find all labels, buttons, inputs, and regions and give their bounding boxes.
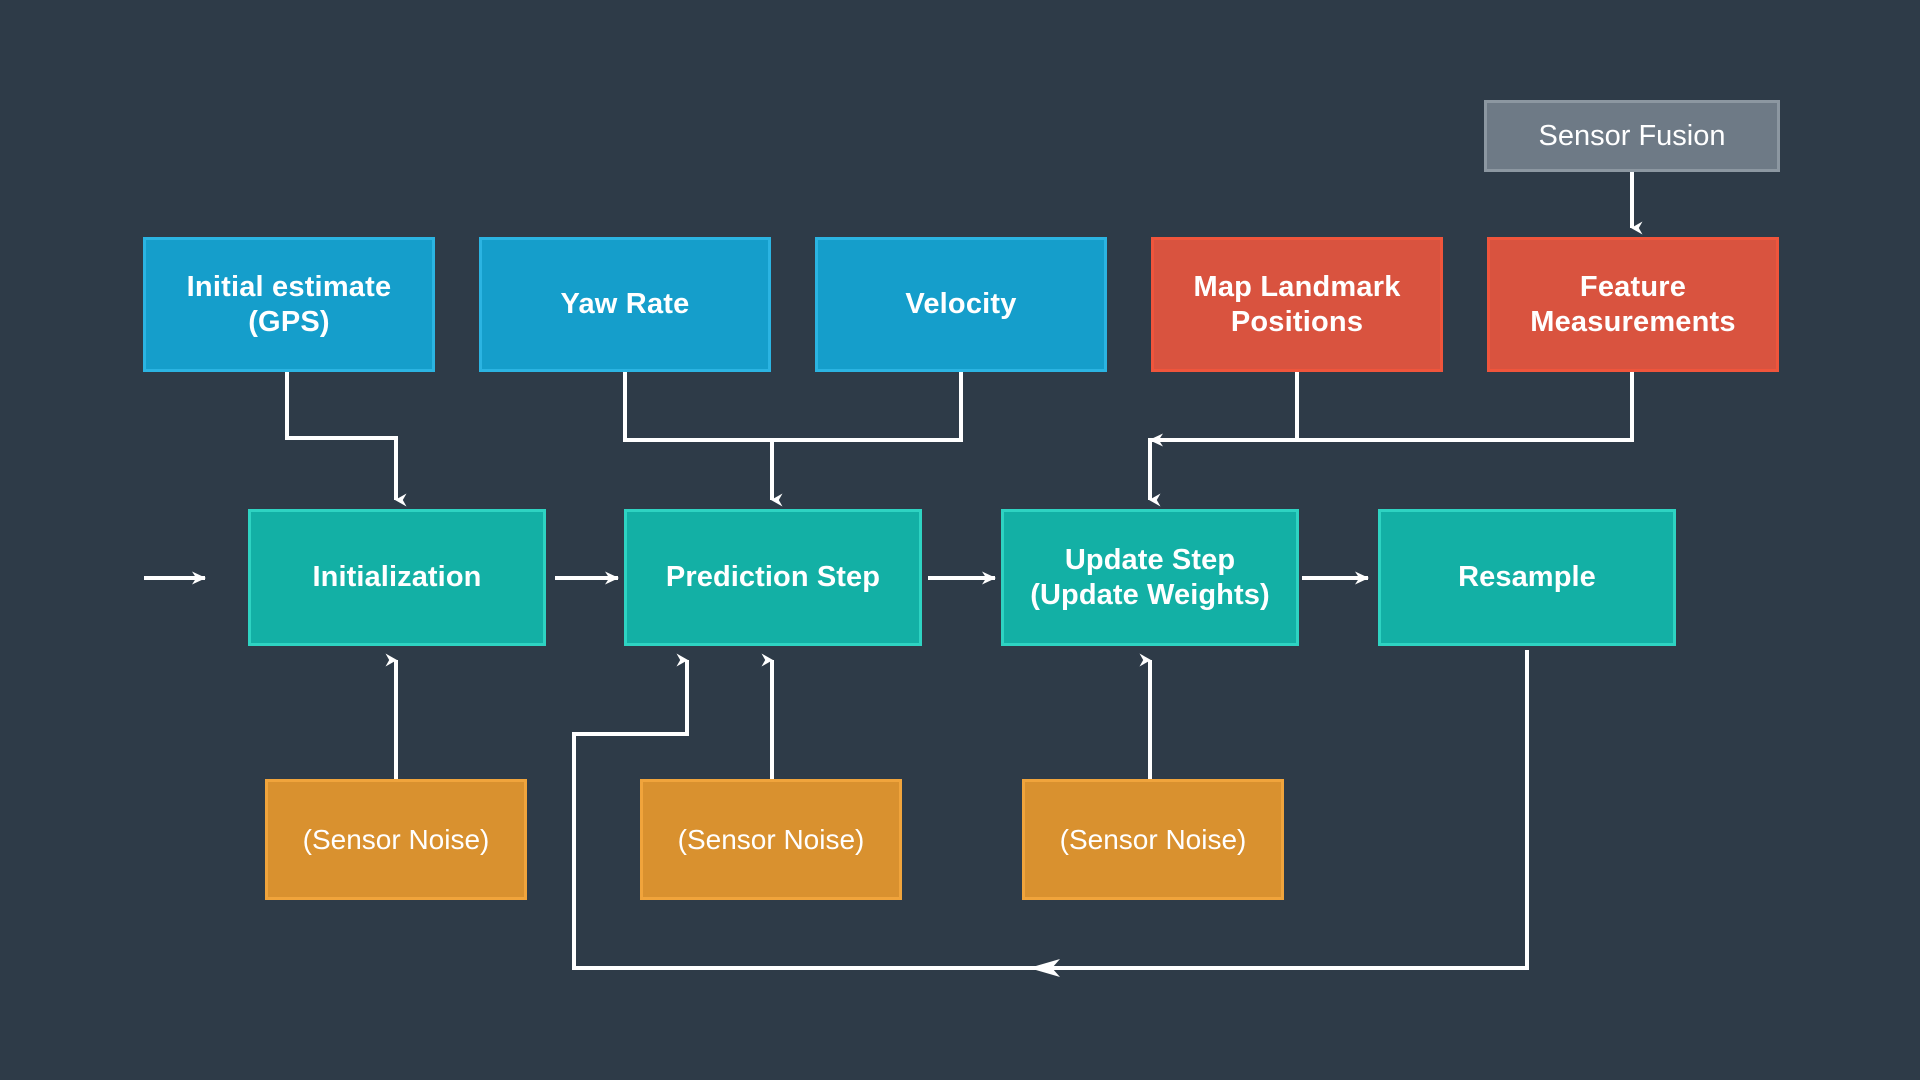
input-box-feature-measurements[interactable]: Feature Measurements bbox=[1487, 237, 1779, 372]
edge-velocity-to-prediction bbox=[772, 372, 963, 442]
edge-feature-to-update bbox=[1149, 372, 1634, 447]
noise-box-prediction[interactable]: (Sensor Noise) bbox=[640, 779, 902, 900]
edge-gps-to-initialization bbox=[285, 372, 407, 507]
edge-resample-feedback-midarrow bbox=[1029, 959, 1060, 977]
noise-box-initialization[interactable]: (Sensor Noise) bbox=[265, 779, 527, 900]
input-box-velocity[interactable]: Velocity bbox=[815, 237, 1107, 372]
step-box-initialization[interactable]: Initialization bbox=[248, 509, 546, 646]
input-box-yaw-rate[interactable]: Yaw Rate bbox=[479, 237, 771, 372]
diagram-canvas: Sensor Fusion Initial estimate (GPS) Yaw… bbox=[0, 0, 1920, 1080]
edge-yawrate-to-prediction bbox=[623, 372, 783, 507]
step-box-prediction-step[interactable]: Prediction Step bbox=[624, 509, 922, 646]
step-box-resample[interactable]: Resample bbox=[1378, 509, 1676, 646]
group-box-sensor-fusion[interactable]: Sensor Fusion bbox=[1484, 100, 1780, 172]
input-box-map-landmark-positions[interactable]: Map Landmark Positions bbox=[1151, 237, 1443, 372]
step-box-update-step[interactable]: Update Step (Update Weights) bbox=[1001, 509, 1299, 646]
input-box-initial-estimate-gps[interactable]: Initial estimate (GPS) bbox=[143, 237, 435, 372]
noise-box-update[interactable]: (Sensor Noise) bbox=[1022, 779, 1284, 900]
edge-maplandmark-to-update bbox=[1148, 372, 1299, 507]
